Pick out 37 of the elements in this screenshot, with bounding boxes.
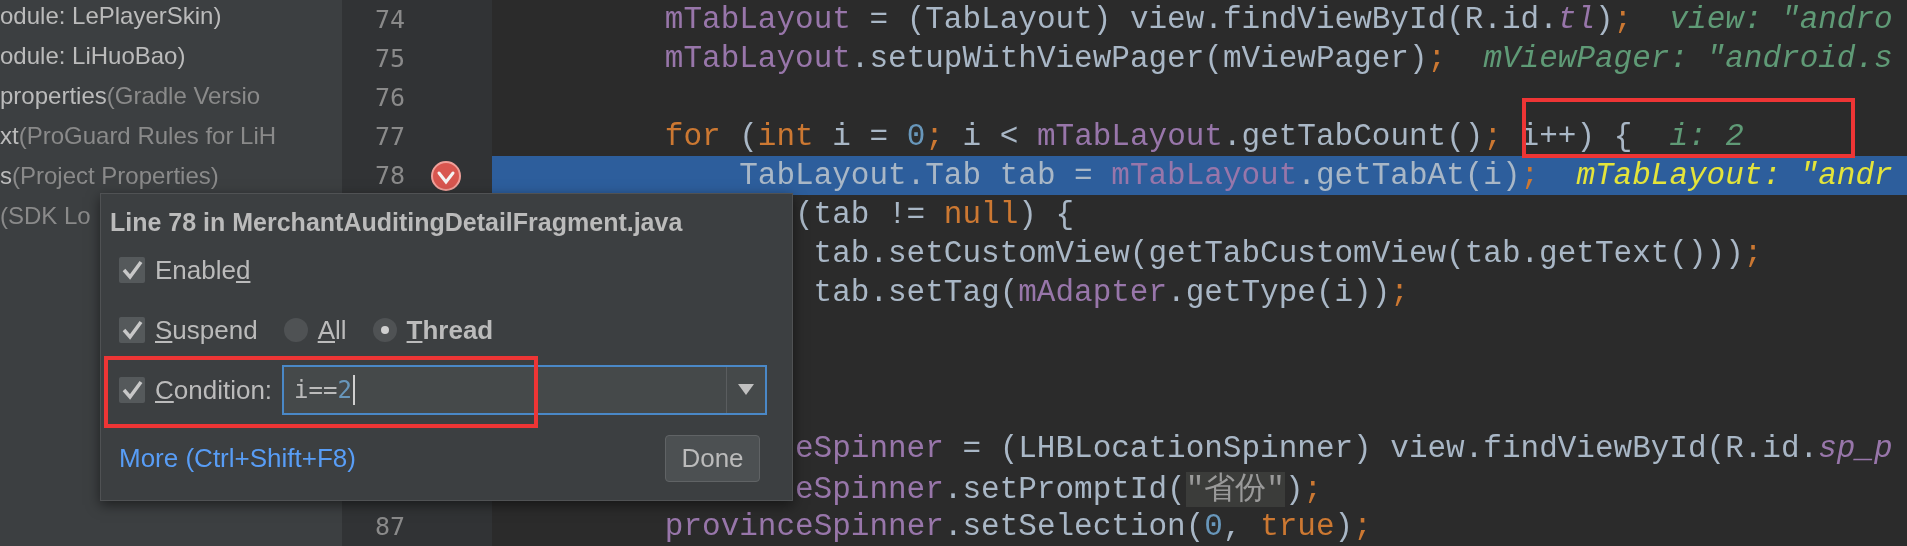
checkbox-label: Suspend bbox=[155, 314, 258, 346]
checkbox[interactable] bbox=[119, 317, 145, 343]
tree-item[interactable]: properties(Gradle Versio bbox=[0, 82, 261, 110]
line-number: 87 bbox=[374, 512, 405, 541]
code-line: mTabLayout = (TabLayout) view.findViewById(R.id.tl); view: "andro bbox=[663, 2, 1893, 37]
tree-item[interactable]: odule: LiHuoBao) bbox=[0, 42, 186, 70]
popup-title: Line 78 in MerchantAuditingDetailFragment.java bbox=[110, 207, 684, 238]
line-number: 77 bbox=[374, 122, 405, 151]
checkbox[interactable] bbox=[119, 257, 145, 283]
dropdown-icon[interactable] bbox=[738, 384, 755, 396]
tree-item[interactable]: (SDK Lo bbox=[0, 202, 91, 230]
line-number: 75 bbox=[374, 44, 405, 73]
checkbox-label: Enabled bbox=[155, 254, 251, 286]
condition-field[interactable]: i==2 bbox=[282, 365, 768, 415]
breakpoint-icon[interactable] bbox=[430, 159, 462, 192]
tree-item[interactable]: odule: LePlayerSkin) bbox=[0, 2, 222, 30]
code-line: tab.setTag(mAdapter.getType(i)); bbox=[812, 275, 1409, 310]
line-number: 76 bbox=[374, 83, 405, 112]
radio-label: Thread bbox=[406, 314, 494, 346]
radio-button[interactable] bbox=[372, 318, 397, 342]
checkbox[interactable] bbox=[119, 377, 145, 403]
code-line: tab.setCustomView(getTabCustomView(tab.getText())); bbox=[812, 236, 1763, 271]
line-number: 78 bbox=[374, 161, 405, 190]
checkbox-label: Condition: bbox=[155, 374, 273, 406]
code-line: TabLayout.Tab tab = mTabLayout.getTabAt(i); mTabLayout: "andr bbox=[738, 158, 1893, 193]
code-line: eSpinner.setPromptId("省份"); bbox=[795, 470, 1323, 509]
radio-label: All bbox=[317, 314, 347, 346]
done-button[interactable]: Done bbox=[665, 434, 760, 482]
code-line: mTabLayout.setupWithViewPager(mViewPager); mViewPager: "android.s bbox=[663, 41, 1893, 76]
code-line: (tab != null) { bbox=[795, 197, 1075, 232]
more-link[interactable]: More (Ctrl+Shift+F8) bbox=[119, 442, 356, 474]
line-number: 74 bbox=[374, 5, 405, 34]
tree-item[interactable]: s(Project Properties) bbox=[0, 162, 219, 190]
code-line: provinceSpinner.setSelection(0, true); bbox=[663, 509, 1372, 544]
code-line: for (int i = 0; i < mTabLayout.getTabCount(); i++) { i: 2 bbox=[663, 119, 1744, 154]
tree-item[interactable]: xt(ProGuard Rules for LiH bbox=[0, 122, 277, 150]
code-line: eSpinner = (LHBLocationSpinner) view.findViewById(R.id.sp_p bbox=[795, 431, 1893, 466]
